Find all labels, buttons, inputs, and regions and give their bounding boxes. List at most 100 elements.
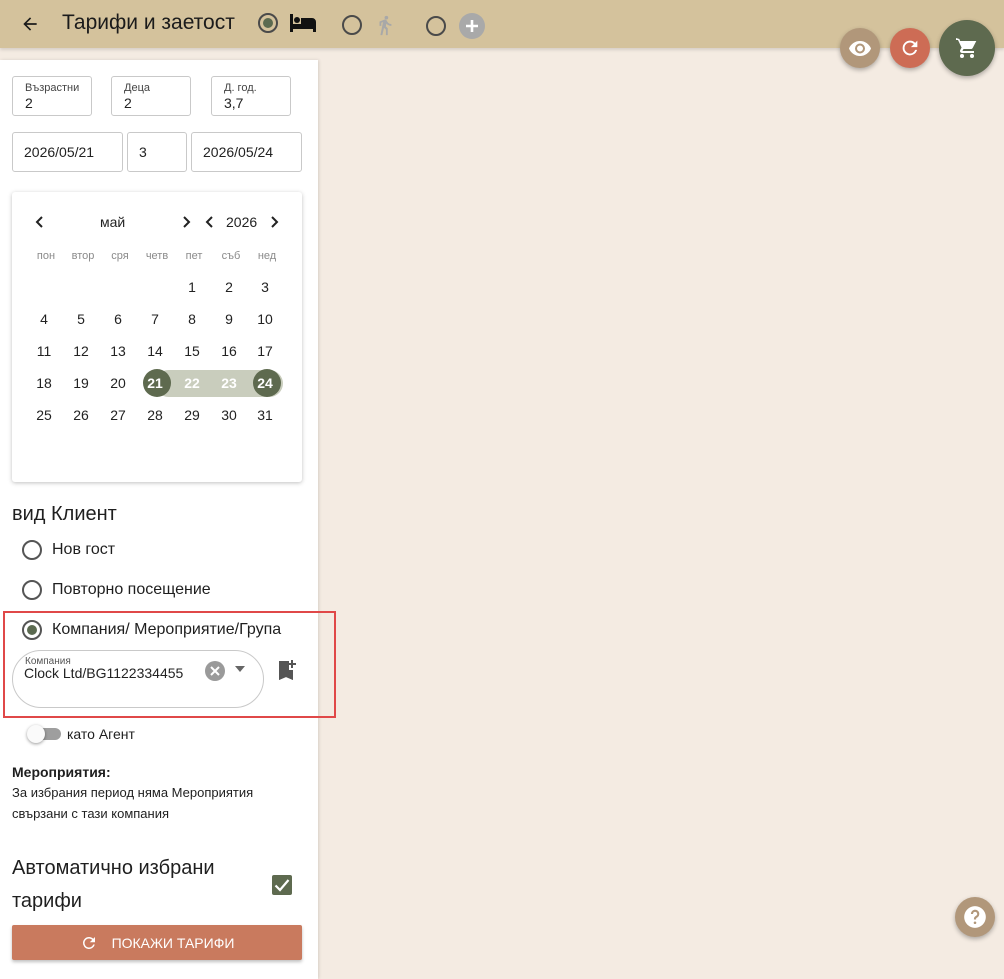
bed-icon — [288, 12, 318, 34]
calendar-day[interactable]: 23 — [213, 369, 245, 397]
show-rates-button[interactable]: ПОКАЖИ ТАРИФИ — [12, 925, 302, 960]
calendar-day[interactable]: 4 — [28, 305, 60, 333]
check-icon — [274, 878, 290, 892]
person-walking-icon — [374, 12, 396, 38]
auto-rates-checkbox[interactable] — [272, 875, 292, 895]
calendar-day[interactable]: 27 — [102, 401, 134, 429]
bookmark-add-icon[interactable] — [276, 658, 298, 682]
calendar-day[interactable]: 24 — [249, 369, 281, 397]
children-ages-value: 3,7 — [224, 95, 244, 111]
calendar-day[interactable]: 25 — [28, 401, 60, 429]
client-type-title: вид Клиент — [12, 503, 117, 525]
children-field[interactable]: Деца 2 — [111, 76, 191, 116]
mode-activity[interactable] — [342, 12, 396, 38]
mode-extra-radio[interactable] — [426, 16, 446, 36]
weekday-label: пон — [36, 250, 56, 262]
calendar-day[interactable]: 31 — [249, 401, 281, 429]
adults-label: Възрастни — [25, 82, 80, 94]
repeat-visit-label: Повторно посещение — [52, 581, 211, 598]
weekday-label: втор — [71, 250, 95, 262]
company-select[interactable]: Компания Clock Ltd/BG1122334455 — [12, 650, 264, 708]
auto-rates-label-cont: тарифи — [12, 890, 82, 912]
calendar-day[interactable]: 30 — [213, 401, 245, 429]
calendar-day[interactable]: 21 — [139, 369, 171, 397]
cart-icon — [955, 36, 979, 60]
calendar-day[interactable]: 11 — [28, 337, 60, 365]
calendar-day[interactable]: 3 — [249, 273, 281, 301]
calendar-month[interactable]: май — [100, 214, 125, 230]
calendar-day[interactable]: 7 — [139, 305, 171, 333]
next-year-button[interactable] — [266, 213, 282, 231]
children-value: 2 — [124, 95, 132, 111]
mode-bed[interactable] — [258, 12, 318, 34]
mode-extra[interactable] — [426, 12, 486, 40]
events-title: Мероприятия: — [12, 764, 111, 780]
help-button[interactable] — [955, 897, 995, 937]
new-guest-label: Нов гост — [52, 541, 116, 558]
children-label: Деца — [124, 82, 150, 94]
refresh-icon — [899, 37, 921, 59]
events-text-line2: свързани с тази компания — [12, 806, 170, 821]
view-button[interactable] — [840, 28, 880, 68]
calendar: май 2026 пон втор сря четв пет съб нед 1… — [12, 192, 302, 482]
help-icon — [962, 904, 988, 930]
option-new-guest[interactable]: Нов гост — [22, 540, 115, 560]
repeat-visit-radio[interactable] — [22, 580, 42, 600]
calendar-day[interactable]: 22 — [176, 369, 208, 397]
show-rates-label: ПОКАЖИ ТАРИФИ — [111, 934, 235, 951]
calendar-day[interactable]: 28 — [139, 401, 171, 429]
date-from-value: 2026/05/21 — [24, 144, 95, 160]
clear-icon[interactable] — [204, 660, 226, 682]
calendar-year[interactable]: 2026 — [226, 214, 257, 230]
next-month-button[interactable] — [178, 213, 194, 231]
calendar-day[interactable]: 13 — [102, 337, 134, 365]
calendar-day[interactable]: 17 — [249, 337, 281, 365]
mode-bed-radio[interactable] — [258, 13, 278, 33]
calendar-day[interactable]: 10 — [249, 305, 281, 333]
date-from-field[interactable]: 2026/05/21 — [12, 132, 123, 172]
calendar-day[interactable]: 9 — [213, 305, 245, 333]
calendar-day[interactable]: 19 — [65, 369, 97, 397]
new-guest-radio[interactable] — [22, 540, 42, 560]
adults-field[interactable]: Възрастни 2 — [12, 76, 92, 116]
weekday-label: четв — [145, 250, 169, 262]
calendar-day[interactable]: 12 — [65, 337, 97, 365]
calendar-day[interactable]: 26 — [65, 401, 97, 429]
nights-value: 3 — [139, 144, 147, 160]
agent-label: като Агент — [67, 726, 135, 742]
mode-activity-radio[interactable] — [342, 15, 362, 35]
auto-rates-label: Автоматично избрани — [12, 857, 215, 879]
adults-value: 2 — [25, 95, 33, 111]
weekday-label: пет — [185, 250, 203, 262]
agent-toggle[interactable] — [27, 725, 61, 743]
plus-circle-icon — [458, 12, 486, 40]
calendar-day[interactable]: 8 — [176, 305, 208, 333]
back-arrow-icon[interactable] — [16, 10, 44, 38]
refresh-button[interactable] — [890, 28, 930, 68]
calendar-day[interactable]: 14 — [139, 337, 171, 365]
nights-field[interactable]: 3 — [127, 132, 187, 172]
page-title: Тарифи и заетост — [62, 11, 235, 34]
calendar-day[interactable]: 16 — [213, 337, 245, 365]
children-ages-label: Д. год. — [224, 82, 257, 94]
calendar-day[interactable]: 18 — [28, 369, 60, 397]
prev-year-button[interactable] — [202, 213, 218, 231]
weekday-label: сря — [111, 250, 129, 262]
calendar-day[interactable]: 2 — [213, 273, 245, 301]
calendar-day[interactable]: 6 — [102, 305, 134, 333]
date-to-field[interactable]: 2026/05/24 — [191, 132, 302, 172]
weekday-label: нед — [257, 250, 277, 262]
cart-button[interactable] — [939, 20, 995, 76]
calendar-day[interactable]: 29 — [176, 401, 208, 429]
company-value: Clock Ltd/BG1122334455 — [24, 665, 184, 681]
prev-month-button[interactable] — [32, 213, 48, 231]
calendar-day[interactable]: 5 — [65, 305, 97, 333]
refresh-icon — [80, 934, 98, 952]
dropdown-arrow-icon[interactable] — [234, 665, 246, 673]
children-ages-field[interactable]: Д. год. 3,7 — [211, 76, 291, 116]
events-text-line1: За избрания период няма Мероприятия — [12, 785, 254, 800]
option-repeat-visit[interactable]: Повторно посещение — [22, 580, 211, 600]
calendar-day[interactable]: 15 — [176, 337, 208, 365]
calendar-day[interactable]: 1 — [176, 273, 208, 301]
calendar-day[interactable]: 20 — [102, 369, 134, 397]
